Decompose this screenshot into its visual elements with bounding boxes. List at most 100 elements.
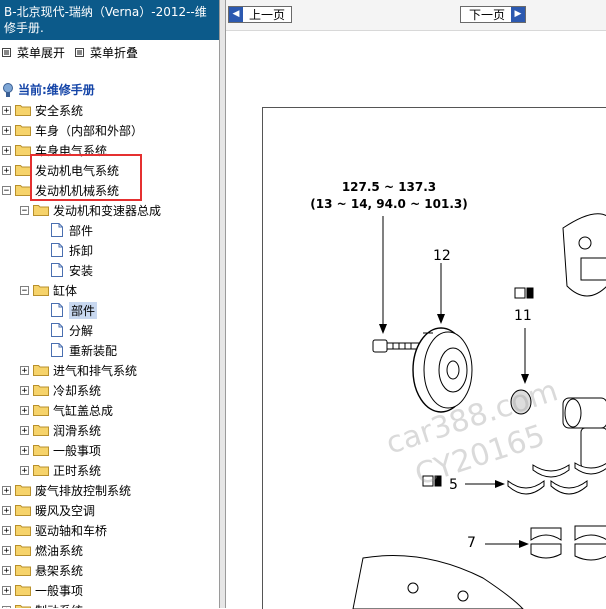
tree-item[interactable]: + 正时系统 xyxy=(20,460,101,480)
next-page-button[interactable]: 下一页 ▶ xyxy=(460,6,527,23)
document-icon xyxy=(51,223,63,237)
prev-page-label: 上一页 xyxy=(249,8,286,22)
book-icon xyxy=(3,82,13,97)
tree-item-label: 制动系统 xyxy=(35,602,83,609)
tree-item[interactable]: +制动系统 xyxy=(2,600,83,608)
tree-item-label: 燃油系统 xyxy=(35,543,84,558)
tree-item-label: 分解 xyxy=(69,323,94,338)
folder-icon xyxy=(33,285,49,296)
tree-item[interactable]: + 安全系统 xyxy=(2,100,83,120)
tree-item[interactable]: 部件 xyxy=(38,220,93,240)
folder-icon xyxy=(33,445,49,456)
expand-toggle-icon[interactable]: + xyxy=(2,525,11,535)
tree-item-label: 润滑系统 xyxy=(53,423,102,438)
tree-item-label: 一般事项 xyxy=(53,443,102,458)
tree-item[interactable]: 拆卸 xyxy=(38,240,93,260)
folder-icon xyxy=(15,165,31,176)
tree-item-label: 安全系统 xyxy=(35,103,84,118)
collapse-icon xyxy=(75,48,84,57)
current-label: 当前:维修手册 xyxy=(18,83,95,97)
collapse-all-label: 菜单折叠 xyxy=(90,46,139,60)
page-nav: ◀ 上一页 下一页 ▶ xyxy=(226,0,606,31)
expand-toggle-icon[interactable]: + xyxy=(20,405,29,415)
part-label-12: 12 xyxy=(433,248,451,264)
tree-item[interactable]: 部件 xyxy=(38,300,98,320)
expand-toggle-icon[interactable]: + xyxy=(2,505,11,515)
tree-item[interactable]: + 暖风及空调 xyxy=(2,500,95,520)
expand-toggle-icon[interactable]: + xyxy=(20,425,29,435)
tree-item[interactable]: + 气缸盖总成 xyxy=(20,400,113,420)
tree-item[interactable]: + 车身（内部和外部） xyxy=(2,120,143,140)
expand-toggle-icon[interactable]: + xyxy=(2,145,11,155)
collapse-toggle-icon[interactable]: − xyxy=(2,185,11,195)
tree-item[interactable]: 重新装配 xyxy=(38,340,117,360)
left-panel: B-北京现代-瑞纳（Verna）-2012--维修手册. 菜单展开 菜单折叠 当… xyxy=(0,0,219,608)
tree-item-label: 一般事项 xyxy=(35,583,84,598)
tree-item-label: 驱动轴和车桥 xyxy=(35,523,108,538)
document-icon xyxy=(51,343,63,357)
tree-item[interactable]: + 驱动轴和车桥 xyxy=(2,520,107,540)
tree-item[interactable]: − 缸体 xyxy=(20,280,77,300)
tree-item-label: 气缸盖总成 xyxy=(53,403,114,418)
folder-icon xyxy=(33,385,49,396)
document-icon xyxy=(51,323,63,337)
tree-item[interactable]: − 发动机和变速器总成 xyxy=(20,200,161,220)
tree-item-label: 部件 xyxy=(69,301,98,319)
folder-icon xyxy=(15,145,31,156)
expand-toggle-icon[interactable]: + xyxy=(20,465,29,475)
folder-icon xyxy=(15,485,31,496)
tree-item[interactable]: + 废气排放控制系统 xyxy=(2,480,131,500)
folder-icon xyxy=(15,545,31,556)
tree-item-label: 暖风及空调 xyxy=(35,503,96,518)
collapse-toggle-icon[interactable]: − xyxy=(20,205,29,215)
document-icon xyxy=(51,303,63,317)
highlight-box xyxy=(30,154,142,201)
folder-icon xyxy=(33,425,49,436)
expand-toggle-icon[interactable]: + xyxy=(2,545,11,555)
tree-item[interactable]: + 冷却系统 xyxy=(20,380,101,400)
parts-illustration xyxy=(352,213,606,609)
tree-item[interactable]: + 燃油系统 xyxy=(2,540,83,560)
tree-item[interactable]: + 一般事项 xyxy=(20,440,101,460)
tree-item-label: 重新装配 xyxy=(69,343,118,358)
tree-item[interactable]: 分解 xyxy=(38,320,93,340)
tree-item[interactable]: 安装 xyxy=(38,260,93,280)
tree-item-label: 悬架系统 xyxy=(35,563,84,578)
expand-toggle-icon[interactable]: + xyxy=(2,485,11,495)
document-icon xyxy=(51,263,63,277)
panel-splitter[interactable] xyxy=(219,0,226,608)
expand-all-button[interactable]: 菜单展开 xyxy=(2,44,65,61)
expand-toggle-icon[interactable]: + xyxy=(20,445,29,455)
folder-icon xyxy=(33,205,49,216)
expand-toggle-icon[interactable]: + xyxy=(2,165,11,175)
folder-icon xyxy=(15,585,31,596)
tree-item-label: 缸体 xyxy=(53,283,78,298)
expand-toggle-icon[interactable]: + xyxy=(2,125,11,135)
folder-icon xyxy=(15,505,31,516)
expand-toggle-icon[interactable]: + xyxy=(20,365,29,375)
tree-item-label: 正时系统 xyxy=(53,463,102,478)
expand-toggle-icon[interactable]: + xyxy=(2,585,11,595)
tree-item-label: 冷却系统 xyxy=(53,383,102,398)
tree-item[interactable]: + 润滑系统 xyxy=(20,420,101,440)
next-page-label: 下一页 xyxy=(469,8,506,22)
folder-icon xyxy=(33,465,49,476)
folder-icon xyxy=(15,565,31,576)
expand-toggle-icon[interactable]: + xyxy=(20,385,29,395)
document-icon xyxy=(51,243,63,257)
collapse-all-button[interactable]: 菜单折叠 xyxy=(75,44,138,61)
folder-icon xyxy=(33,365,49,376)
tree-item[interactable]: + 进气和排气系统 xyxy=(20,360,137,380)
menu-actions: 菜单展开 菜单折叠 xyxy=(0,44,219,62)
expand-toggle-icon[interactable]: + xyxy=(2,565,11,575)
prev-page-button[interactable]: ◀ 上一页 xyxy=(228,6,293,23)
collapse-toggle-icon[interactable]: − xyxy=(20,285,29,295)
expand-toggle-icon[interactable]: + xyxy=(2,105,11,115)
expand-icon xyxy=(2,48,11,57)
tree-item-label: 发动机和变速器总成 xyxy=(53,203,162,218)
tree-item-label: 部件 xyxy=(69,223,94,238)
right-arrow-icon: ▶ xyxy=(511,7,526,22)
tree-item[interactable]: + 一般事项 xyxy=(2,580,83,600)
tree-item[interactable]: + 悬架系统 xyxy=(2,560,83,580)
engine-block-diagram: 127.5 ~ 137.3 (13 ~ 14, 94.0 ~ 101.3) 12… xyxy=(262,107,606,609)
